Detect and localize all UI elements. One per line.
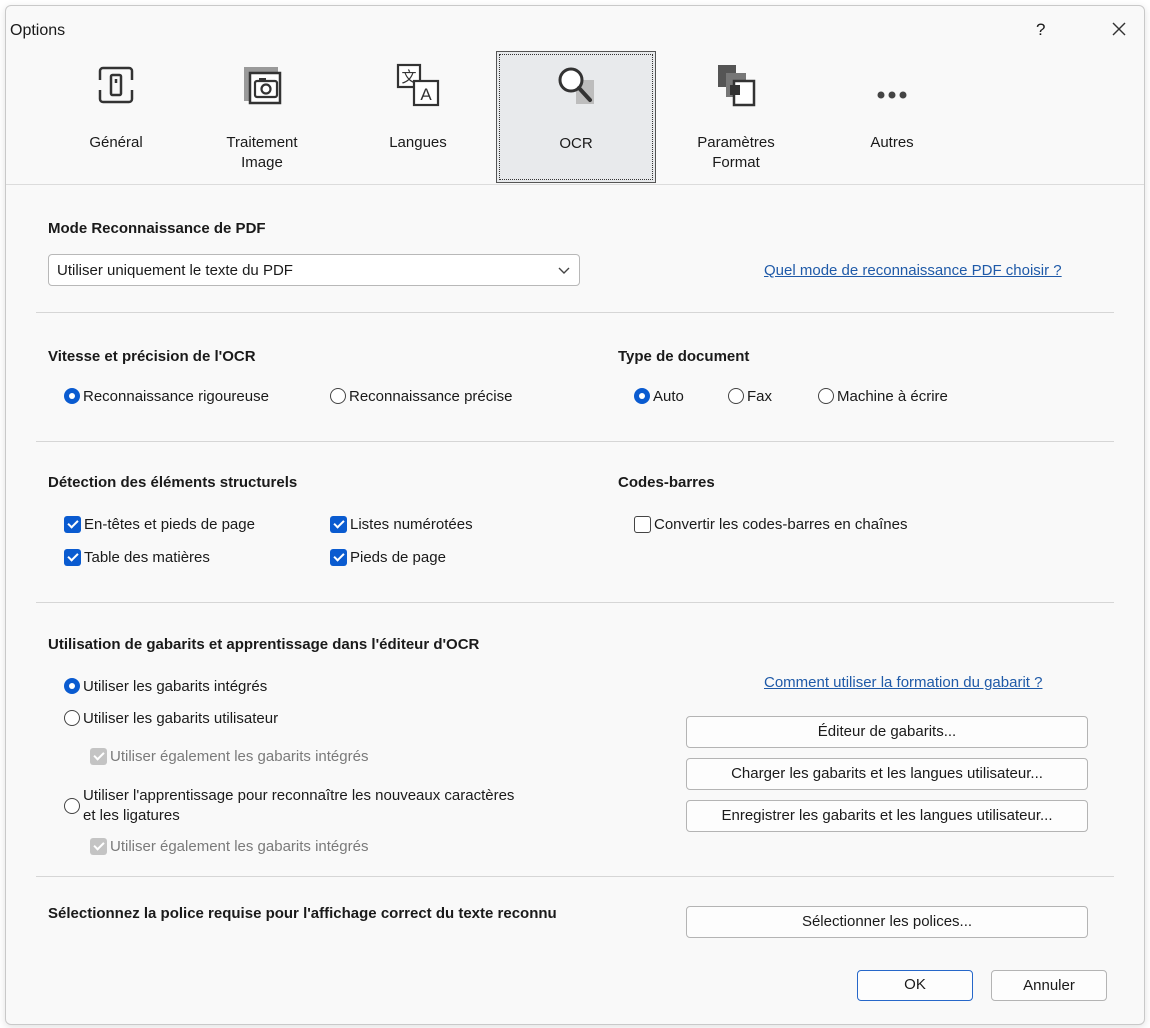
pdf-mode-selected-value: Utiliser uniquement le texte du PDF: [57, 262, 293, 279]
pdf-mode-dropdown[interactable]: Utiliser uniquement le texte du PDF: [48, 254, 580, 286]
more-dots-icon: [877, 91, 907, 99]
section-divider: [36, 602, 1114, 603]
tab-image-processing[interactable]: Traitement Image: [182, 51, 342, 181]
tab-other[interactable]: Autres: [812, 51, 972, 181]
section-divider: [36, 876, 1114, 877]
options-toolbar: Général Traitement Image 文 A Langues OCR…: [6, 51, 1144, 184]
cancel-button[interactable]: Annuler: [991, 970, 1107, 1001]
tab-general[interactable]: Général: [36, 51, 196, 181]
radio-indicator: [330, 388, 346, 404]
help-button[interactable]: ?: [1036, 20, 1045, 40]
button-label: Charger les gabarits et les langues util…: [731, 765, 1043, 782]
checkbox-indicator: [64, 515, 81, 533]
checkbox-convert-barcodes[interactable]: Convertir les codes-barres en chaînes: [634, 512, 907, 536]
checkbox-headers-footers[interactable]: En-têtes et pieds de page: [64, 512, 255, 536]
radio-doc-typewriter[interactable]: Machine à écrire: [818, 384, 948, 408]
radio-user-templates[interactable]: Utiliser les gabarits utilisateur: [64, 706, 278, 730]
templates-heading: Utilisation de gabarits et apprentissage…: [48, 636, 480, 653]
close-button[interactable]: [1104, 14, 1134, 44]
button-label: Éditeur de gabarits...: [817, 723, 957, 740]
document-type-heading: Type de document: [618, 348, 750, 365]
tab-other-label: Autres: [870, 134, 914, 151]
radio-label: Reconnaissance rigoureuse: [83, 387, 269, 405]
pdf-mode-help-link[interactable]: Quel mode de reconnaissance PDF choisir …: [764, 262, 1062, 279]
checkbox-indicator: [64, 548, 81, 566]
radio-precise-recognition[interactable]: Reconnaissance précise: [330, 384, 512, 408]
radio-indicator: [64, 710, 80, 726]
tab-format-settings-label: Paramètres Format: [697, 134, 775, 171]
ocr-magnifier-icon: [558, 67, 594, 104]
svg-text:A: A: [420, 85, 432, 104]
checkbox-label: Convertir les codes-barres en chaînes: [654, 515, 908, 533]
radio-builtin-templates[interactable]: Utiliser les gabarits intégrés: [64, 674, 267, 698]
tab-ocr[interactable]: OCR: [496, 51, 656, 183]
select-fonts-button[interactable]: Sélectionner les polices...: [686, 906, 1088, 938]
radio-indicator: [728, 388, 744, 404]
tab-image-processing-label: Traitement Image: [226, 134, 298, 171]
load-templates-button[interactable]: Charger les gabarits et les langues util…: [686, 758, 1088, 790]
barcodes-heading: Codes-barres: [618, 474, 715, 491]
checkbox-label: Utiliser également les gabarits intégrés: [110, 747, 369, 765]
image-processing-icon: [244, 67, 282, 105]
tab-languages-label: Langues: [389, 134, 447, 151]
checkbox-indicator: [90, 837, 107, 855]
radio-learning[interactable]: Utiliser l'apprentissage pour reconnaîtr…: [64, 786, 523, 826]
radio-indicator: [64, 798, 80, 814]
section-divider: [36, 441, 1114, 442]
radio-indicator: [64, 678, 80, 694]
radio-indicator: [818, 388, 834, 404]
button-label: Annuler: [1023, 977, 1075, 994]
tab-general-label: Général: [89, 134, 143, 151]
checkbox-footers[interactable]: Pieds de page: [330, 545, 446, 569]
general-settings-icon: [98, 66, 134, 104]
toolbar-divider: [6, 184, 1144, 185]
checkbox-label: Listes numérotées: [350, 515, 473, 533]
close-icon: [1112, 22, 1126, 36]
ok-button[interactable]: OK: [857, 970, 973, 1001]
button-label: OK: [904, 976, 926, 993]
radio-doc-auto[interactable]: Auto: [634, 384, 684, 408]
checkbox-indicator: [330, 515, 347, 533]
tab-languages[interactable]: 文 A Langues: [338, 51, 498, 181]
ocr-speed-heading: Vitesse et précision de l'OCR: [48, 348, 256, 365]
template-training-help-link[interactable]: Comment utiliser la formation du gabarit…: [764, 674, 1042, 691]
structure-detection-heading: Détection des éléments structurels: [48, 474, 298, 491]
fonts-heading: Sélectionnez la police requise pour l'af…: [48, 905, 557, 922]
radio-rigorous-recognition[interactable]: Reconnaissance rigoureuse: [64, 384, 269, 408]
radio-label: Fax: [747, 387, 773, 405]
radio-indicator: [64, 388, 80, 404]
pdf-mode-heading: Mode Reconnaissance de PDF: [48, 220, 266, 237]
radio-doc-fax[interactable]: Fax: [728, 384, 772, 408]
checkbox-label: Utiliser également les gabarits intégrés: [110, 837, 369, 855]
button-label: Sélectionner les polices...: [801, 913, 973, 930]
checkbox-label: Table des matières: [84, 548, 210, 566]
radio-label: Utiliser les gabarits utilisateur: [83, 709, 279, 727]
radio-indicator: [634, 388, 650, 404]
checkbox-numbered-lists[interactable]: Listes numérotées: [330, 512, 473, 536]
options-dialog: Options ? Général Traitement Image 文 A L…: [5, 5, 1145, 1025]
radio-label: Auto: [653, 387, 684, 405]
checkbox-indicator: [90, 747, 107, 765]
window-title: Options: [10, 22, 66, 39]
save-templates-button[interactable]: Enregistrer les gabarits et les langues …: [686, 800, 1088, 832]
radio-label: Machine à écrire: [837, 387, 948, 405]
radio-label: Utiliser les gabarits intégrés: [83, 677, 268, 695]
template-editor-button[interactable]: Éditeur de gabarits...: [686, 716, 1088, 748]
button-label: Enregistrer les gabarits et les langues …: [721, 807, 1053, 824]
chevron-down-icon: [558, 267, 570, 274]
checkbox-label: Pieds de page: [350, 548, 446, 566]
format-settings-icon: [718, 65, 756, 107]
radio-label: Utiliser l'apprentissage pour reconnaîtr…: [83, 787, 515, 824]
checkbox-indicator: [634, 515, 651, 533]
checkbox-label: En-têtes et pieds de page: [84, 515, 255, 533]
checkbox-table-of-contents[interactable]: Table des matières: [64, 545, 210, 569]
checkbox-also-builtin-learning[interactable]: Utiliser également les gabarits intégrés: [90, 834, 368, 858]
section-divider: [36, 312, 1114, 313]
tab-ocr-label: OCR: [559, 135, 593, 152]
checkbox-indicator: [330, 548, 347, 566]
languages-icon: 文 A: [396, 63, 440, 107]
radio-label: Reconnaissance précise: [349, 387, 513, 405]
tab-format-settings[interactable]: Paramètres Format: [656, 51, 816, 181]
checkbox-also-builtin-user[interactable]: Utiliser également les gabarits intégrés: [90, 744, 368, 768]
